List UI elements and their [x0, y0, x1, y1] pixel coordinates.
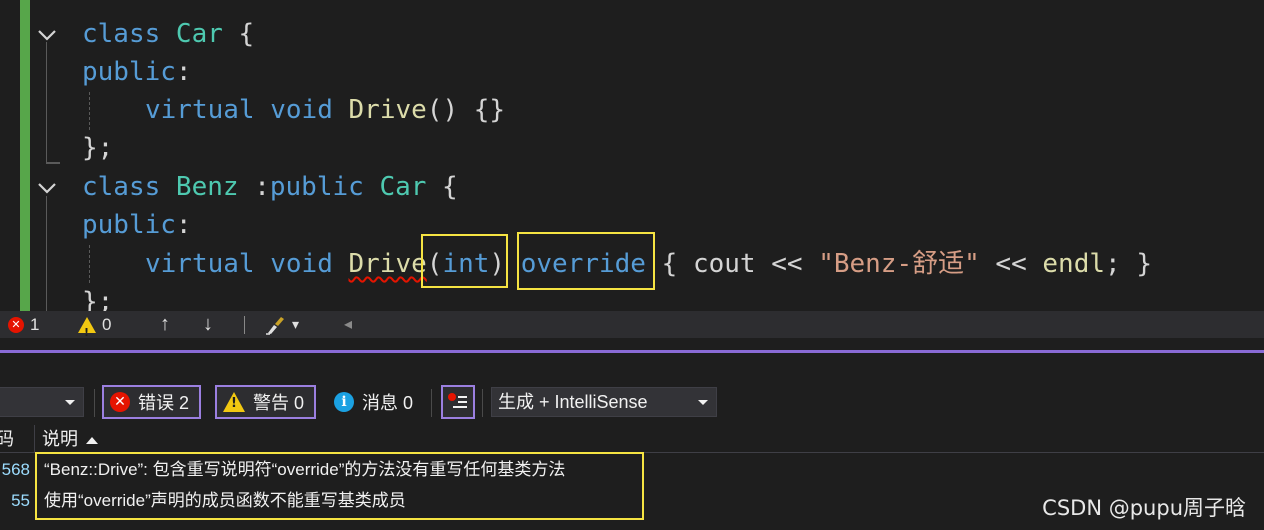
- code-token: Drive: [348, 249, 427, 279]
- warning-count-indicator[interactable]: 0: [78, 311, 112, 346]
- error-code: 55: [11, 491, 30, 510]
- code-token: class: [82, 172, 176, 202]
- scope-dropdown[interactable]: [0, 387, 84, 417]
- chevron-down-icon: [65, 400, 75, 405]
- code-token: () {}: [426, 95, 506, 125]
- code-token: "Benz-舒适": [818, 249, 980, 279]
- code-token: <<: [755, 249, 819, 279]
- code-line[interactable]: virtual void Drive() {}: [0, 91, 1264, 129]
- code-token: };: [82, 287, 114, 311]
- code-token: cout: [692, 249, 756, 279]
- code-token: public: [82, 57, 176, 87]
- arrow-down-icon: ↓: [203, 313, 213, 335]
- code-token: :: [175, 210, 192, 240]
- chevron-down-icon: ▾: [292, 316, 300, 332]
- messages-filter-label: 消息 0: [362, 393, 414, 413]
- highlight-box-errors: [35, 452, 644, 520]
- messages-filter-button[interactable]: i 消息 0: [328, 385, 419, 419]
- scroll-left-button[interactable]: ◂: [344, 311, 352, 338]
- chevron-down-icon: [698, 400, 708, 405]
- code-token: ; }: [1105, 249, 1152, 279]
- build-source-dropdown[interactable]: 生成 + IntelliSense: [491, 387, 717, 417]
- code-token: public: [82, 210, 176, 240]
- filter-toggle-button[interactable]: [441, 385, 475, 419]
- highlight-box-override: [517, 232, 655, 290]
- code-token: };: [82, 133, 114, 163]
- column-divider[interactable]: [34, 425, 35, 453]
- error-icon: ✕: [110, 392, 130, 412]
- sort-ascending-icon: [86, 436, 98, 444]
- column-header-description[interactable]: 说明: [42, 425, 98, 453]
- toolbar-separator: [482, 389, 483, 417]
- code-text: };: [82, 283, 113, 311]
- code-token: <<: [979, 249, 1043, 279]
- code-token: virtual: [145, 95, 271, 125]
- toolbar-separator: [94, 389, 95, 417]
- status-separator: [244, 315, 245, 334]
- warning-count: 0: [102, 315, 112, 334]
- errors-filter-label: 错误 2: [138, 393, 190, 413]
- code-text: class Benz :public Car {: [82, 168, 458, 206]
- column-header-description-label: 说明: [42, 429, 78, 449]
- code-token: endl: [1042, 249, 1106, 279]
- code-line[interactable]: };: [0, 129, 1264, 167]
- code-token: :: [175, 57, 192, 87]
- info-icon: i: [334, 392, 354, 412]
- error-count-indicator[interactable]: ✕ 1: [8, 311, 39, 338]
- collapse-chevron-icon[interactable]: [36, 177, 58, 199]
- code-token: Car: [175, 19, 223, 49]
- toolbar-separator: [431, 389, 432, 417]
- warnings-filter-label: 警告 0: [253, 393, 305, 413]
- scroll-left-icon: ◂: [344, 316, 353, 333]
- code-token: public: [269, 172, 380, 202]
- code-token: Car: [379, 172, 427, 202]
- code-text: class Car {: [82, 15, 254, 53]
- previous-issue-button[interactable]: ↑: [160, 311, 170, 338]
- warning-icon: [223, 392, 245, 412]
- code-editor[interactable]: class Car { public: virtual void Drive()…: [0, 0, 1264, 311]
- code-token: class: [82, 19, 176, 49]
- code-line[interactable]: public:: [0, 53, 1264, 91]
- code-text: };: [82, 129, 113, 167]
- build-source-value: 生成 + IntelliSense: [498, 392, 648, 412]
- error-count: 1: [30, 315, 40, 334]
- code-text: virtual void Drive() {}: [145, 91, 505, 129]
- error-list-toolbar: ✕ 错误 2 警告 0 i 消息 0 生成 + IntelliSense: [0, 383, 1264, 423]
- code-token: {: [222, 19, 255, 49]
- column-header-code[interactable]: 码: [0, 425, 14, 453]
- code-token: :: [238, 172, 270, 202]
- warnings-filter-button[interactable]: 警告 0: [215, 385, 317, 419]
- editor-status-bar: ✕ 1 0 ↑ ↓ ▾ ◂: [0, 311, 1264, 346]
- watermark-text: CSDN @pupu周子晗: [1042, 496, 1246, 520]
- code-text: public:: [82, 53, 192, 91]
- collapse-chevron-icon[interactable]: [36, 24, 58, 46]
- code-cleanup-button[interactable]: ▾: [264, 311, 299, 338]
- highlight-box-int-param: [421, 234, 508, 288]
- code-token: void: [270, 95, 349, 125]
- code-token: virtual: [145, 249, 271, 279]
- warning-icon: [78, 316, 96, 346]
- error-list-header: 码 说明: [0, 425, 1264, 453]
- error-icon: ✕: [8, 316, 24, 333]
- column-header-code-label: 码: [0, 429, 14, 449]
- next-issue-button[interactable]: ↓: [203, 311, 213, 338]
- brush-icon: [266, 316, 284, 335]
- code-token: Drive: [348, 95, 427, 125]
- code-token: void: [270, 249, 349, 279]
- filter-list-icon: [448, 393, 467, 408]
- code-text: public:: [82, 206, 192, 244]
- code-line[interactable]: class Car {: [0, 15, 1264, 53]
- panel-splitter[interactable]: [0, 338, 1264, 348]
- error-code: 568: [1, 460, 30, 479]
- errors-filter-button[interactable]: ✕ 错误 2: [102, 385, 202, 419]
- code-line[interactable]: class Benz :public Car {: [0, 168, 1264, 206]
- arrow-up-icon: ↑: [160, 313, 170, 335]
- code-token: {: [426, 172, 458, 202]
- code-token: Benz: [175, 172, 239, 202]
